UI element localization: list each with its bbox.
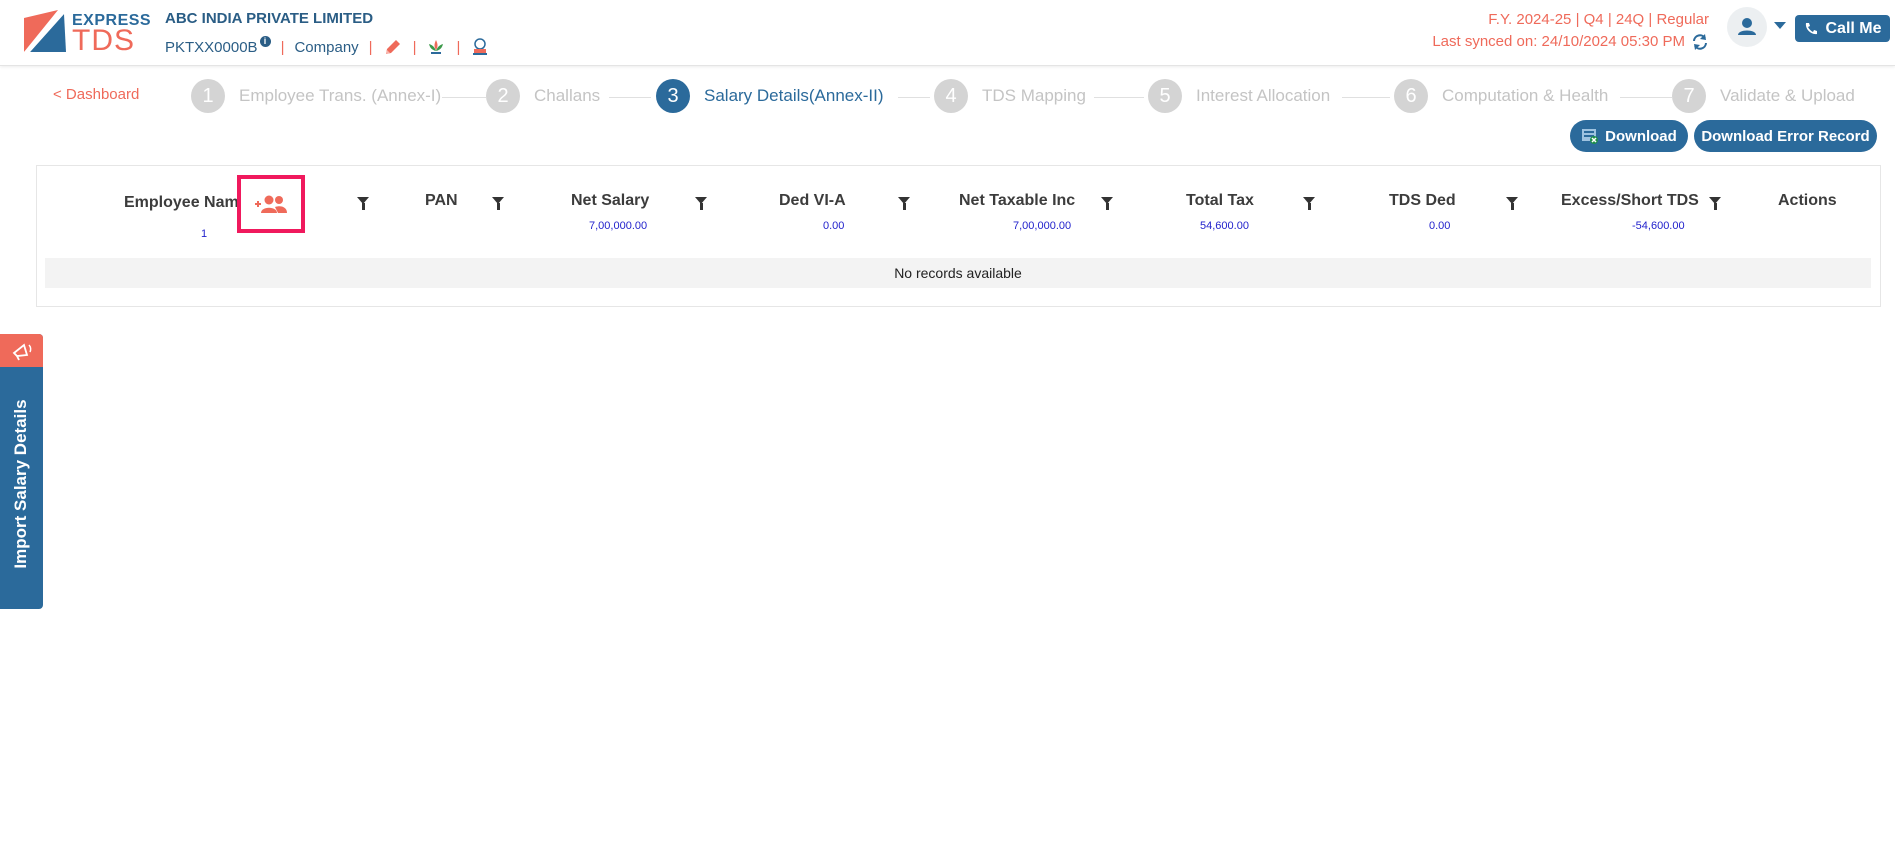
column-header-employee-name[interactable]: Employee Name (124, 194, 248, 212)
download-button[interactable]: Download (1570, 120, 1688, 152)
emblem-icon[interactable] (470, 37, 490, 57)
filter-employee-name-icon[interactable] (357, 197, 369, 210)
column-header-tds-ded[interactable]: TDS Ded (1389, 192, 1456, 210)
info-icon[interactable]: i (259, 35, 271, 47)
filter-net-salary-icon[interactable] (695, 197, 707, 210)
column-header-net-salary[interactable]: Net Salary (571, 192, 649, 210)
step-connector (1094, 97, 1144, 98)
import-salary-details-label: Import Salary Details (11, 399, 30, 569)
step-connector (1620, 97, 1672, 98)
filter-total-tax-icon[interactable] (1303, 197, 1315, 210)
separator: | (368, 38, 373, 56)
separator: | (280, 38, 285, 56)
step-connector (1342, 97, 1390, 98)
download-error-record-button[interactable]: Download Error Record (1694, 120, 1877, 152)
excess-short-tds-total: -54,600.00 (1632, 220, 1685, 232)
filter-excess-short-tds-icon[interactable] (1709, 197, 1721, 210)
step-number: 1 (191, 79, 225, 113)
deductor-type: Company (294, 38, 359, 56)
megaphone-icon (12, 342, 31, 360)
step-tds-mapping[interactable]: 4 TDS Mapping (934, 79, 1086, 113)
user-menu-chevron-down-icon[interactable] (1774, 22, 1786, 29)
phone-icon (1806, 22, 1818, 34)
step-employee-trans[interactable]: 1 Employee Trans. (Annex-I) (191, 79, 442, 113)
net-taxable-inc-total: 7,00,000.00 (1013, 220, 1072, 232)
step-label: Salary Details(Annex-II) (704, 86, 884, 105)
column-header-total-tax[interactable]: Total Tax (1186, 192, 1254, 210)
ded-via-total: 0.00 (823, 220, 845, 232)
pencil-icon[interactable] (383, 37, 403, 57)
company-meta-row: PKTXX0000B i | Company | | | (165, 35, 490, 57)
step-label: Interest Allocation (1196, 86, 1331, 105)
column-header-net-taxable-inc[interactable]: Net Taxable Inc (959, 192, 1075, 210)
lotus-icon[interactable] (426, 37, 446, 57)
salary-details-grid: Employee Name 1 PAN Net Salary 7,00,000.… (36, 165, 1881, 307)
filter-ded-via-icon[interactable] (898, 197, 910, 210)
step-connector (442, 97, 486, 98)
tan-number: PKTXX0000B (165, 38, 258, 56)
step-label: Challans (534, 86, 601, 105)
step-number: 5 (1148, 79, 1182, 113)
step-challans[interactable]: 2 Challans (486, 79, 601, 113)
refresh-icon[interactable] (1691, 33, 1709, 51)
step-label: TDS Mapping (982, 86, 1086, 105)
excel-icon (1582, 129, 1599, 144)
dashboard-back-link[interactable]: < Dashboard (53, 86, 139, 103)
step-label: Validate & Upload (1720, 86, 1855, 105)
employee-count: 1 (201, 228, 208, 240)
column-header-pan[interactable]: PAN (425, 192, 458, 210)
step-validate-upload[interactable]: 7 Validate & Upload (1672, 79, 1855, 113)
column-header-ded-via[interactable]: Ded VI-A (779, 192, 846, 210)
import-salary-details-tab[interactable]: Import Salary Details (0, 334, 43, 609)
download-label: Download (1605, 127, 1677, 145)
step-number: 4 (934, 79, 968, 113)
add-employee-icon (255, 195, 287, 213)
total-tax-total: 54,600.00 (1200, 220, 1249, 232)
step-number: 6 (1394, 79, 1428, 113)
column-header-excess-short-tds[interactable]: Excess/Short TDS (1561, 192, 1699, 210)
tds-ded-total: 0.00 (1429, 220, 1451, 232)
step-label: Computation & Health (1442, 86, 1609, 105)
last-synced: Last synced on: 24/10/2024 05:30 PM (1432, 33, 1685, 50)
call-me-button[interactable]: Call Me (1795, 15, 1890, 42)
logo-mark-icon (24, 10, 66, 52)
filter-net-taxable-inc-icon[interactable] (1101, 197, 1113, 210)
filing-period: F.Y. 2024-25 | Q4 | 24Q | Regular (1488, 11, 1709, 28)
filter-tds-ded-icon[interactable] (1506, 197, 1518, 210)
download-error-label: Download Error Record (1701, 127, 1870, 145)
column-header-actions: Actions (1778, 192, 1837, 209)
step-computation-health[interactable]: 6 Computation & Health (1394, 79, 1609, 113)
step-number: 3 (656, 79, 690, 113)
separator: | (412, 38, 417, 56)
step-salary-details[interactable]: 3 Salary Details(Annex-II) (656, 79, 884, 113)
step-number: 2 (486, 79, 520, 113)
step-connector (898, 97, 930, 98)
step-number: 7 (1672, 79, 1706, 113)
top-header: EXPRESS TDS ABC INDIA PRIVATE LIMITED PK… (0, 0, 1895, 66)
step-connector (609, 97, 651, 98)
call-me-label: Call Me (1825, 19, 1882, 37)
separator: | (456, 38, 461, 56)
add-employee-button[interactable] (237, 175, 305, 233)
filter-pan-icon[interactable] (492, 197, 504, 210)
user-icon (1738, 18, 1756, 35)
empty-state-row: No records available (45, 258, 1871, 288)
side-tab-header (0, 334, 43, 367)
net-salary-total: 7,00,000.00 (589, 220, 648, 232)
company-name: ABC INDIA PRIVATE LIMITED (165, 10, 374, 27)
step-interest-allocation[interactable]: 5 Interest Allocation (1148, 79, 1331, 113)
logo-tds-text: TDS (72, 24, 135, 57)
user-avatar[interactable] (1727, 7, 1767, 47)
express-tds-logo[interactable]: EXPRESS TDS (24, 10, 151, 57)
step-label: Employee Trans. (Annex-I) (239, 86, 442, 105)
